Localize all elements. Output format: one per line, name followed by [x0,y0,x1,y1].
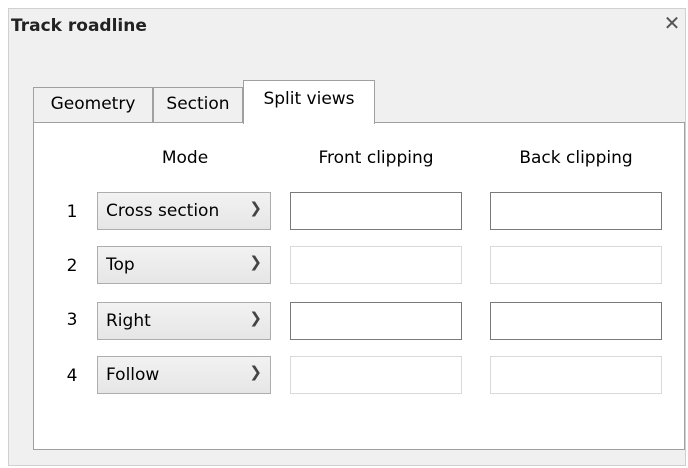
row-number: 2 [66,256,78,276]
front-clipping-field[interactable] [290,192,462,230]
chevron-down-icon: ❯ [249,199,262,217]
mode-select[interactable]: Cross section ❯ [97,192,271,230]
back-clipping-input[interactable] [491,193,661,229]
dialog-title: Track roadline [11,16,147,36]
front-clipping-field[interactable] [290,302,462,340]
tab-split-views[interactable]: Split views [243,80,375,124]
row-number: 4 [66,366,78,386]
back-clipping-field [490,246,662,284]
column-header-front-clipping: Front clipping [318,148,434,168]
mode-select[interactable]: Follow ❯ [97,356,271,394]
back-clipping-field[interactable] [490,302,662,340]
mode-select[interactable]: Right ❯ [97,302,271,340]
front-clipping-field [290,246,462,284]
row-number: 3 [66,310,78,330]
back-clipping-field[interactable] [490,192,662,230]
close-icon[interactable]: ✕ [662,12,682,34]
front-clipping-input[interactable] [291,303,461,339]
row-number: 1 [66,202,78,222]
back-clipping-input[interactable] [491,303,661,339]
column-header-back-clipping: Back clipping [519,148,633,168]
mode-select-value: Right [106,311,151,331]
tab-geometry[interactable]: Geometry [33,87,153,123]
tab-section[interactable]: Section [153,87,243,123]
split-views-panel [33,122,685,450]
front-clipping-input [291,247,461,283]
back-clipping-field [490,356,662,394]
chevron-down-icon: ❯ [249,363,262,381]
back-clipping-input [491,247,661,283]
back-clipping-input [491,357,661,393]
mode-select-value: Top [106,255,135,275]
column-header-mode: Mode [161,148,209,168]
chevron-down-icon: ❯ [249,253,262,271]
chevron-down-icon: ❯ [249,309,262,327]
mode-select-value: Follow [106,365,160,385]
mode-select[interactable]: Top ❯ [97,246,271,284]
mode-select-value: Cross section [106,201,220,221]
front-clipping-field [290,356,462,394]
front-clipping-input [291,357,461,393]
front-clipping-input[interactable] [291,193,461,229]
